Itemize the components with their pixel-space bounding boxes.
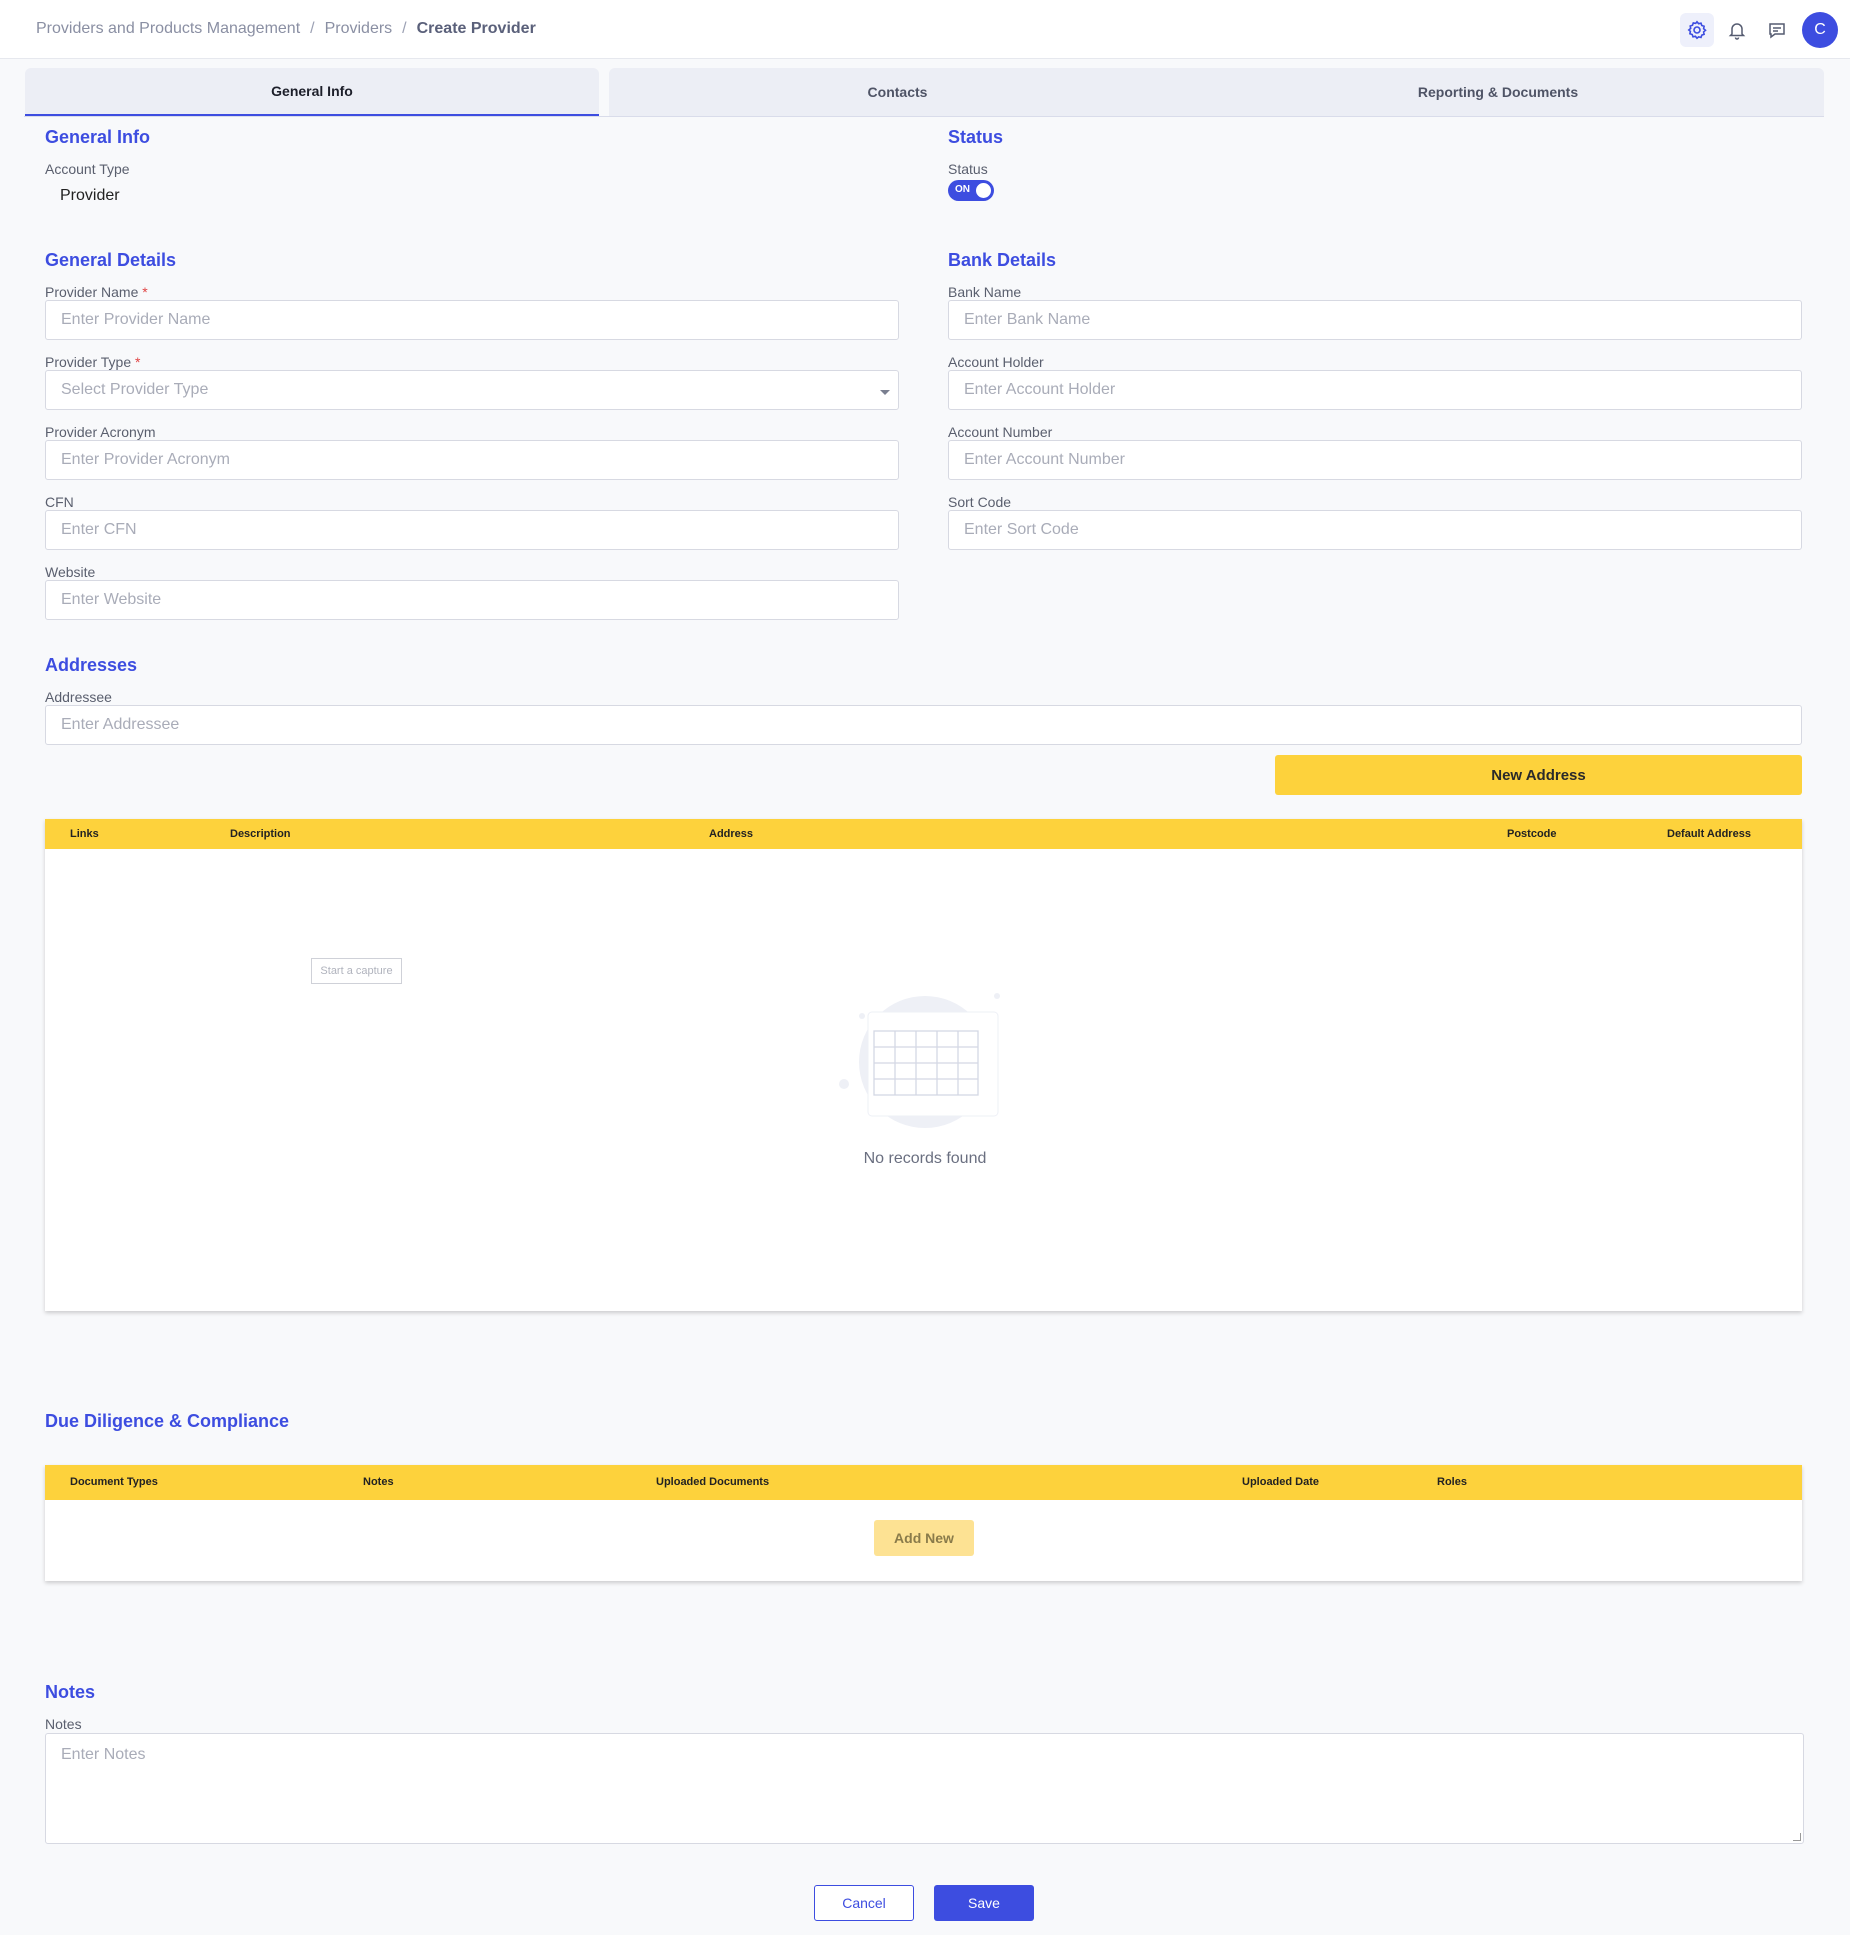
column-header-address[interactable]: Address [709,828,753,840]
top-bar: Providers and Products Management / Prov… [0,0,1850,59]
website-input[interactable]: Enter Website [45,580,899,620]
account-number-label: Account Number [948,424,1053,440]
account-type-label: Account Type [45,161,130,177]
general-details-title: General Details [45,250,177,270]
bank-name-input[interactable]: Enter Bank Name [948,300,1802,340]
empty-table-illustration [839,993,1000,1128]
breadcrumb-current: Create Provider [416,20,536,37]
breadcrumb: Providers and Products Management / Prov… [36,20,536,38]
addressee-label: Addressee [45,689,112,705]
bank-details-title: Bank Details [948,250,1057,270]
cancel-button[interactable]: Cancel [814,1885,914,1921]
breadcrumb-item-providers-products[interactable]: Providers and Products Management [36,20,300,38]
account-holder-label: Account Holder [948,354,1044,370]
chevron-down-icon [880,390,890,395]
addressee-input[interactable]: Enter Addressee [45,705,1802,745]
website-label: Website [45,564,96,580]
provider-type-label: Provider Type * [45,354,141,370]
column-header-postcode[interactable]: Postcode [1507,828,1557,840]
account-type-value: Provider [60,187,120,204]
sort-code-input[interactable]: Enter Sort Code [948,510,1802,550]
column-header-roles[interactable]: Roles [1437,1476,1467,1488]
breadcrumb-separator: / [310,20,315,37]
cfn-input[interactable]: Enter CFN [45,510,899,550]
addresses-table-header: Links Description Address Postcode Defau… [45,819,1802,849]
bank-name-label: Bank Name [948,284,1022,300]
provider-name-input[interactable]: Enter Provider Name [45,300,899,340]
provider-name-label: Provider Name * [45,284,148,300]
general-info-title: General Info [45,127,151,147]
tab-contacts[interactable]: Contacts [609,68,1186,116]
status-toggle-text: ON [955,184,970,195]
column-header-notes[interactable]: Notes [363,1476,394,1488]
column-header-links[interactable]: Links [70,828,99,840]
notes-textarea[interactable]: Enter Notes [45,1733,1804,1844]
breadcrumb-item-providers[interactable]: Providers [325,20,393,38]
status-title: Status [948,127,1004,147]
account-holder-input[interactable]: Enter Account Holder [948,370,1802,410]
resize-handle-icon[interactable] [1793,1833,1801,1841]
provider-acronym-label: Provider Acronym [45,424,156,440]
header-actions: C [1680,12,1850,48]
due-diligence-title: Due Diligence & Compliance [45,1411,290,1431]
provider-type-select[interactable]: Select Provider Type [45,370,899,410]
status-label: Status [948,161,988,177]
account-number-input[interactable]: Enter Account Number [948,440,1802,480]
sort-code-label: Sort Code [948,494,1012,510]
column-header-description[interactable]: Description [230,828,291,840]
avatar[interactable]: C [1802,12,1838,48]
column-header-uploaded-date[interactable]: Uploaded Date [1242,1476,1319,1488]
required-marker: * [135,354,141,370]
due-diligence-table-header: Document Types Notes Uploaded Documents … [45,1465,1802,1500]
provider-acronym-input[interactable]: Enter Provider Acronym [45,440,899,480]
settings-icon[interactable] [1680,13,1714,47]
tab-bar: General Info Contacts Reporting & Docume… [24,68,1824,117]
save-button[interactable]: Save [934,1885,1034,1921]
bell-icon[interactable] [1720,13,1754,47]
tab-general-info[interactable]: General Info [25,68,599,116]
empty-state-text: No records found [863,1150,987,1167]
breadcrumb-separator: / [402,20,407,37]
notes-placeholder: Enter Notes [61,1746,146,1763]
message-icon[interactable] [1760,13,1794,47]
addresses-title: Addresses [45,655,138,675]
column-header-uploaded-documents[interactable]: Uploaded Documents [656,1476,769,1488]
new-address-button[interactable]: New Address [1275,755,1802,795]
cfn-label: CFN [45,494,74,510]
start-capture-tag[interactable]: Start a capture [311,958,402,984]
notes-label: Notes [45,1716,82,1732]
toggle-knob [976,183,991,198]
required-marker: * [142,284,148,300]
tab-reporting-documents[interactable]: Reporting & Documents [1172,68,1824,116]
column-header-document-types[interactable]: Document Types [70,1476,158,1488]
status-toggle[interactable]: ON [948,180,994,201]
notes-title: Notes [45,1682,96,1702]
column-header-default-address[interactable]: Default Address [1667,828,1751,840]
add-new-document-button[interactable]: Add New [874,1520,974,1556]
